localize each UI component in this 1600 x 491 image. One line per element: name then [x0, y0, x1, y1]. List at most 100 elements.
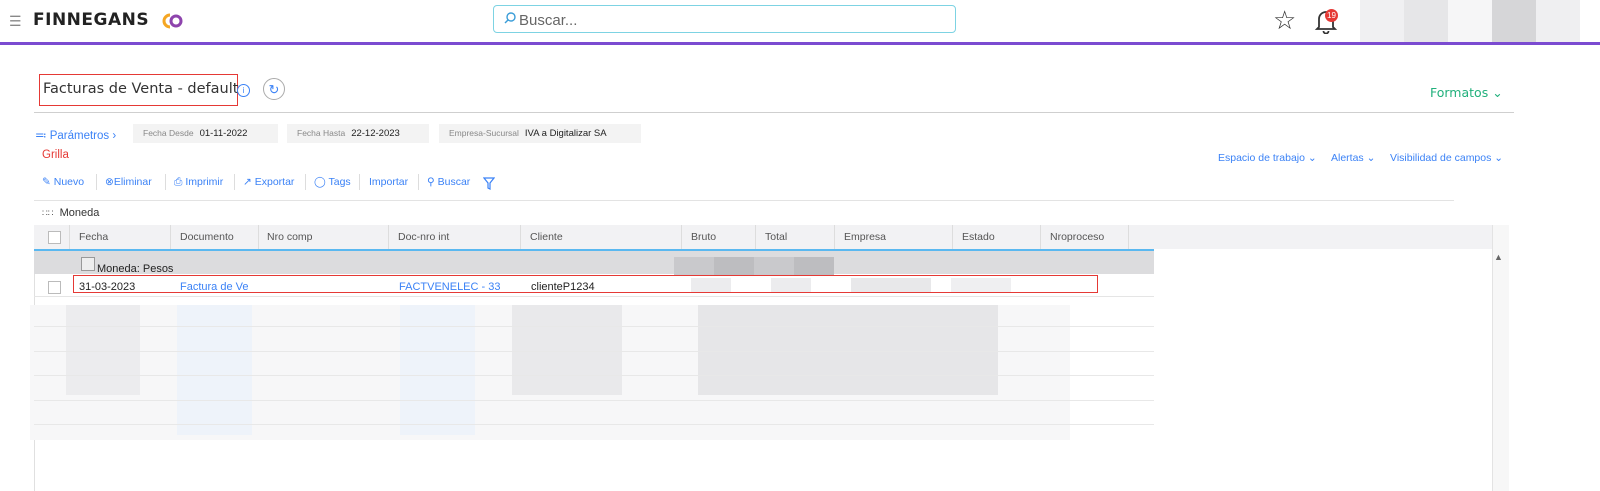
menu-icon[interactable]: ☰: [9, 13, 22, 30]
toolbar-separator: [305, 174, 306, 190]
user-area-blurred[interactable]: [1360, 0, 1404, 42]
column-header-doc-nro-int[interactable]: Doc-nro int: [398, 231, 449, 243]
column-separator: [520, 225, 521, 249]
scroll-up-icon[interactable]: ▲: [1494, 252, 1503, 262]
toolbar-separator: [165, 174, 166, 190]
row-highlight-box: [73, 275, 1098, 293]
param-fecha-hasta[interactable]: Fecha Hasta 22-12-2023: [287, 124, 429, 143]
grid-header-extension: [1154, 225, 1492, 249]
divider: [34, 112, 1514, 113]
search-input[interactable]: [517, 8, 941, 32]
group-expand-checkbox[interactable]: [81, 257, 95, 271]
espacio-trabajo-dropdown[interactable]: Espacio de trabajo ⌄: [1218, 152, 1317, 164]
blurred-cell: [177, 305, 252, 435]
column-header-estado[interactable]: Estado: [962, 231, 995, 243]
column-separator: [170, 225, 171, 249]
chevron-down-icon: ⌄: [1307, 152, 1317, 164]
tags-button[interactable]: ◯ Tags: [314, 176, 351, 188]
row-checkbox[interactable]: [48, 281, 61, 294]
page-title: Facturas de Venta - default: [43, 81, 239, 97]
param-label: Fecha Hasta: [297, 128, 346, 138]
logo[interactable]: FINNEGANS: [33, 10, 149, 30]
param-value: 22-12-2023: [351, 128, 400, 139]
notification-badge: 19: [1325, 9, 1338, 22]
eliminar-button[interactable]: ⊗Eliminar: [105, 176, 152, 188]
column-header-nro-comp[interactable]: Nro comp: [267, 231, 313, 243]
new-doc-icon: ✎: [42, 176, 51, 188]
param-label: Empresa-Sucursal: [449, 128, 519, 138]
chevron-down-icon: ⌄: [1494, 152, 1504, 164]
column-separator: [952, 225, 953, 249]
row-line: [34, 375, 1154, 376]
column-separator: [69, 225, 70, 249]
nuevo-button[interactable]: ✎ Nuevo: [42, 176, 84, 188]
column-header-total[interactable]: Total: [765, 231, 787, 243]
filter-icon[interactable]: [483, 177, 495, 190]
chevron-down-icon: ⌄: [1492, 85, 1503, 100]
column-separator: [1040, 225, 1041, 249]
column-separator: [834, 225, 835, 249]
vertical-scrollbar[interactable]: [1492, 225, 1509, 491]
toolbar-separator: [418, 174, 419, 190]
info-icon[interactable]: i: [237, 84, 250, 97]
column-separator: [1128, 225, 1129, 249]
column-separator: [681, 225, 682, 249]
exportar-label: Exportar: [254, 176, 295, 188]
visibilidad-dropdown[interactable]: Visibilidad de campos ⌄: [1390, 152, 1503, 164]
column-separator: [258, 225, 259, 249]
importar-button[interactable]: Importar: [369, 176, 408, 188]
column-header-nroproceso[interactable]: Nroproceso: [1050, 231, 1104, 243]
group-row[interactable]: [34, 251, 1154, 274]
param-fecha-desde[interactable]: Fecha Desde 01-11-2022: [133, 124, 278, 143]
toolbar-separator: [96, 174, 97, 190]
toolbar-separator: [359, 174, 360, 190]
column-header-documento[interactable]: Documento: [180, 231, 234, 243]
delete-icon: ⊗: [105, 176, 114, 188]
row-line: [34, 424, 1154, 425]
group-by-label: Moneda: [59, 207, 100, 219]
group-by-chip[interactable]: ∷∷ Moneda: [42, 207, 99, 219]
user-area-blurred: [1448, 0, 1492, 42]
blurred-cell: [698, 305, 998, 395]
tags-label: Tags: [328, 176, 351, 188]
sliders-icon: ≕: [35, 130, 47, 142]
column-header-empresa[interactable]: Empresa: [844, 231, 886, 243]
column-header-bruto[interactable]: Bruto: [691, 231, 716, 243]
alertas-dropdown[interactable]: Alertas ⌄: [1331, 152, 1375, 164]
nuevo-label: Nuevo: [53, 176, 85, 188]
param-value: IVA a Digitalizar SA: [524, 128, 607, 139]
select-all-checkbox[interactable]: [48, 231, 61, 244]
buscar-button[interactable]: ⚲ Buscar: [427, 176, 470, 188]
imprimir-label: Imprimir: [185, 176, 224, 188]
user-area-blurred: [1492, 0, 1536, 42]
column-header-fecha[interactable]: Fecha: [79, 231, 108, 243]
user-area-blurred: [1536, 0, 1580, 42]
group-label: Moneda: Pesos: [97, 263, 174, 275]
parametros-button[interactable]: ≕ Parámetros ›: [35, 128, 116, 142]
drag-grid-icon: ∷∷: [42, 208, 54, 218]
row-line: [34, 326, 1154, 327]
formatos-dropdown[interactable]: Formatos ⌄: [1430, 85, 1503, 100]
blurred-cell: [714, 257, 754, 275]
print-icon: ⎙: [174, 176, 183, 188]
param-empresa-sucursal[interactable]: Empresa-Sucursal IVA a Digitalizar SA: [439, 124, 641, 143]
row-line: [34, 351, 1154, 352]
buscar-label: Buscar: [437, 176, 471, 188]
blurred-cell: [400, 305, 475, 435]
refresh-button[interactable]: ↻: [263, 78, 285, 100]
chevron-down-icon: ⌄: [1366, 152, 1376, 164]
chevron-right-icon: ›: [112, 130, 117, 142]
importar-label: Importar: [369, 176, 409, 188]
eliminar-label: Eliminar: [113, 176, 152, 188]
blurred-cell: [66, 305, 140, 395]
blurred-cell: [754, 257, 794, 275]
favorite-star-icon[interactable]: ☆: [1273, 7, 1296, 33]
imprimir-button[interactable]: ⎙ Imprimir: [174, 176, 223, 189]
column-header-cliente[interactable]: Cliente: [530, 231, 563, 243]
exportar-button[interactable]: ↗ Exportar: [243, 176, 294, 188]
logo-mark-icon: [162, 13, 183, 29]
toolbar-separator: [234, 174, 235, 190]
param-value: 01-11-2022: [199, 128, 248, 139]
alertas-label: Alertas: [1331, 152, 1364, 164]
grilla-tab[interactable]: Grilla: [42, 149, 69, 161]
